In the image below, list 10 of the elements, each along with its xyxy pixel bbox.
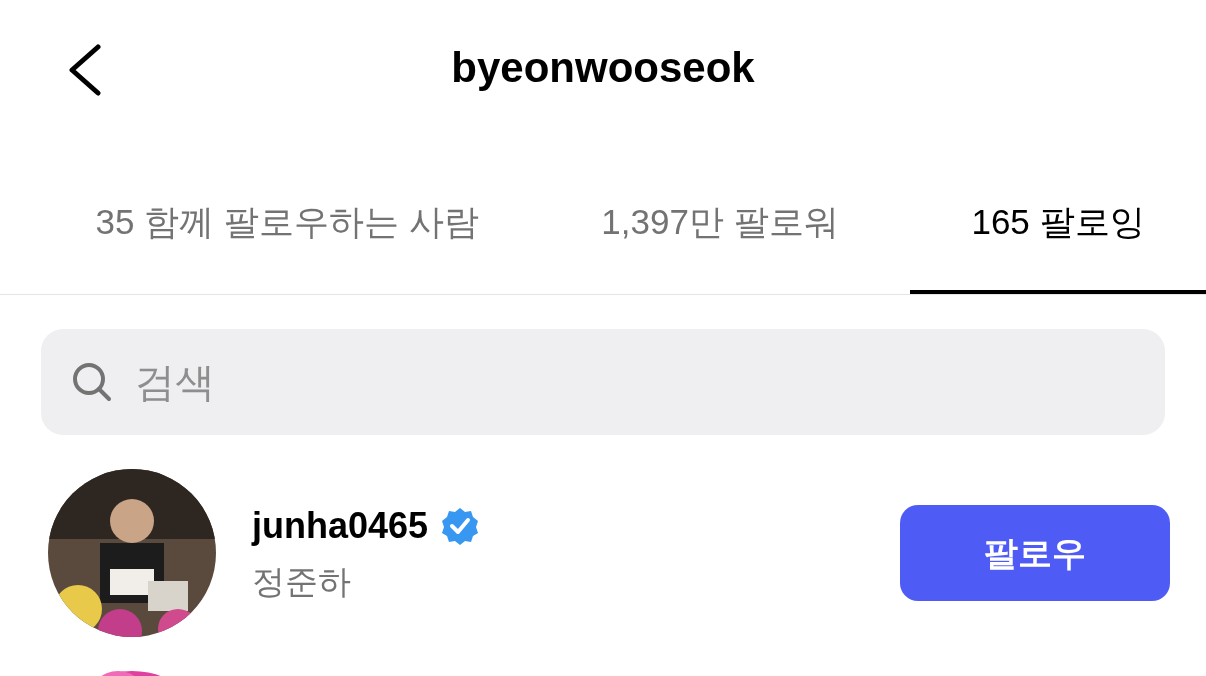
profile-username: byeonwooseok <box>451 43 755 93</box>
search-icon <box>71 361 113 403</box>
back-icon[interactable] <box>66 44 102 96</box>
tab[interactable]: 165 팔로잉 <box>910 135 1206 294</box>
follow-button[interactable]: 팔로우 <box>900 505 1170 601</box>
tab[interactable]: 35 함께 팔로우하는 사람 <box>44 135 530 294</box>
account-username[interactable]: junha0465 <box>252 499 429 554</box>
account-name: 정준하 <box>252 562 352 603</box>
tab[interactable]: 1,397만 팔로워 <box>530 135 910 294</box>
search-field[interactable]: 검색 <box>41 329 1165 435</box>
